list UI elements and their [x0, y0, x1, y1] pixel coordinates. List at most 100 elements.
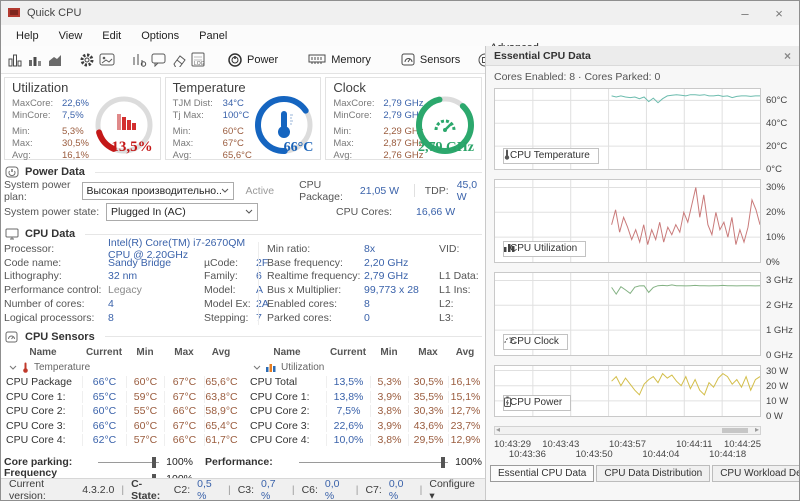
cpu-sensors-section: CPU Sensors Name Current Min Max Avg Tempera… [4, 329, 482, 448]
table-row: CPU Core 2: 60°C 55°C 66°C 58,9°C [6, 405, 238, 418]
image-icon[interactable] [99, 50, 115, 70]
title-bar: Quick CPU – × [1, 1, 799, 25]
cpu-cores-label: CPU Cores: [336, 205, 393, 218]
main-area: LOG Power Memory Sensors Advanced CPU Se… [1, 42, 539, 500]
table-row: CPU Package 66°C 60°C 67°C 65,6°C [6, 376, 238, 389]
table-row: CPU Core 1: 65°C 59°C 67°C 63,8°C [6, 390, 238, 403]
chart-settings-icon[interactable] [131, 50, 147, 70]
utilization-card: Utilization MaxCore: 22,6% MinCore: 7,5% M… [4, 77, 161, 161]
slider-thumb[interactable] [152, 456, 156, 468]
temperature-value: 66°C [283, 140, 314, 155]
c6-value: 0,0 % [324, 477, 340, 501]
core-parking-slider[interactable] [98, 456, 159, 469]
active-label: Active [245, 184, 275, 197]
tab-essential-cpu-data[interactable]: Essential CPU Data [490, 465, 595, 482]
c6-label: C6: [301, 483, 318, 496]
cpu-temperature-badge[interactable]: CPU Temperature [503, 148, 599, 164]
menu-edit[interactable]: Edit [93, 28, 130, 44]
controls-section: Core parking:100% Frequency scaling:100%… [4, 455, 482, 478]
table-row: CPU Core 4: 62°C 57°C 66°C 61,7°C [6, 434, 238, 447]
bar-chart-outline-icon[interactable] [7, 50, 23, 70]
minimize-button[interactable]: – [731, 6, 759, 21]
gear-icon[interactable] [79, 50, 95, 70]
area-chart-icon[interactable] [47, 50, 63, 70]
performance-slider[interactable] [299, 456, 448, 469]
scrollbar-thumb[interactable] [722, 428, 748, 433]
chart-horizontal-scrollbar[interactable]: ◂ ▸ [494, 425, 761, 435]
slider-thumb[interactable] [152, 473, 156, 478]
chevron-down-icon [9, 365, 17, 370]
table-row: CPU Core 2: 7,5% 3,8% 30,3% 12,7% [250, 405, 481, 418]
speedometer-icon [434, 119, 456, 132]
bar-chart-filled-icon[interactable] [27, 50, 43, 70]
cpu-power-chart: CPU Power [494, 365, 761, 417]
eraser-icon[interactable] [171, 50, 187, 70]
temperature-axis-labels: 60°C 40°C 20°C 0°C [761, 88, 797, 175]
menu-help[interactable]: Help [7, 28, 48, 44]
clock-card: Clock MaxCore: 2,79 GHz MinCore: 2,79 GHz … [325, 77, 483, 161]
svg-text:LOG: LOG [194, 61, 205, 67]
scroll-left-icon[interactable]: ◂ [496, 425, 500, 434]
close-window-button[interactable]: × [765, 6, 793, 21]
slider-thumb[interactable] [441, 456, 445, 468]
table-row: CPU Core 3: 66°C 60°C 67°C 65,4°C [6, 419, 238, 432]
menu-panel[interactable]: Panel [190, 28, 236, 44]
frequency-scaling-slider[interactable] [98, 473, 159, 478]
power-state-select[interactable]: Plugged In (AC) [106, 202, 258, 221]
version-value: 4.3.2.0 [82, 483, 115, 496]
time-axis: 10:43:29 10:43:36 10:43:43 10:43:50 10:4… [494, 439, 761, 460]
axis-tick-label: 10 W [766, 395, 789, 407]
window-title: Quick CPU [27, 7, 82, 19]
cpu-clock-badge[interactable]: CPU Clock [503, 334, 568, 350]
axis-tick-label: 0 W [766, 411, 783, 422]
cpu-power-chart-row: CPU Power 30 W 20 W 10 W 0 W [494, 365, 797, 422]
cpu-data-title: CPU Data [25, 228, 76, 240]
frequency-scaling-label: Frequency scaling: [4, 467, 58, 478]
chevron-down-icon: ▾ [429, 489, 435, 501]
memory-toolbar-button[interactable]: Memory [301, 52, 378, 68]
cpu-package-label: CPU Package: [299, 178, 343, 203]
tab-cpu-data-distribution[interactable]: CPU Data Distribution [596, 465, 711, 482]
axis-tick-label: 3 GHz [766, 275, 793, 287]
cores-summary: Cores Enabled: 8 · Cores Parked: 0 [494, 71, 661, 83]
utilization-card-title: Utilization [12, 80, 69, 95]
table-row: CPU Core 1: 13,8% 3,9% 35,5% 15,1% [250, 390, 481, 403]
table-row: CPU Core 4: 10,0% 3,8% 29,5% 12,9% [250, 434, 481, 447]
tab-cpu-workload-delegation[interactable]: CPU Workload Delegation [712, 465, 799, 482]
clock-axis-labels: 3 GHz 2 GHz 1 GHz 0 GHz [761, 272, 797, 361]
table-row: CPU Core 3: 22,6% 3,9% 43,6% 23,7% [250, 419, 481, 432]
chevron-down-icon [221, 188, 228, 193]
comment-icon[interactable] [151, 50, 167, 70]
log-file-icon[interactable]: LOG [191, 50, 205, 70]
cpu-clock-chart: CPU Clock [494, 272, 761, 356]
menu-options[interactable]: Options [132, 28, 188, 44]
cpu-data-right: Min ratio:8xVID:1,216 V Base frequency:2… [258, 242, 485, 325]
temperature-card: Temperature TJM Dist: 34°C Tj Max: 100°C M… [164, 77, 322, 161]
temperature-sensor-table: Name Current Min Max Avg Temperature CPU Pac… [4, 346, 238, 447]
sensors-toolbar-button[interactable]: Sensors [394, 51, 467, 68]
status-bar: Current version: 4.3.2.0 | C-State: C2: 0… [1, 478, 485, 500]
quick-cpu-window: Quick CPU – × Help View Edit Options Pan… [0, 0, 800, 501]
axis-tick-label: 0°C [766, 164, 782, 175]
axis-tick-label: 60°C [766, 95, 788, 107]
cpu-utilization-badge[interactable]: CPU Utilization [503, 241, 587, 257]
thermometer-icon [278, 111, 294, 138]
configure-dropdown[interactable]: Configure ▾ [429, 478, 477, 501]
cpu-sensors-icon [4, 330, 19, 343]
cpu-data-icon [4, 228, 19, 241]
table-row: CPU Total 13,5% 5,3% 30,5% 16,1% [250, 376, 481, 389]
axis-tick-label: 30% [766, 182, 786, 194]
cpu-temperature-chart-row: CPU Temperature 60°C 40°C 20°C 0°C [494, 88, 797, 175]
toolbar: LOG Power Memory Sensors Advanced CPU Se… [1, 42, 539, 78]
power-axis-labels: 30 W 20 W 10 W 0 W [761, 365, 797, 422]
power-toolbar-button[interactable]: Power [221, 51, 285, 69]
axis-tick-label: 0% [766, 257, 780, 268]
panel-close-icon[interactable]: × [784, 49, 791, 63]
axis-tick-label: 0 GHz [766, 350, 793, 361]
utilization-group-row[interactable]: Utilization [248, 360, 482, 375]
menu-view[interactable]: View [50, 28, 92, 44]
scroll-right-icon[interactable]: ▸ [755, 425, 759, 434]
cpu-power-badge[interactable]: CPU Power [503, 395, 572, 411]
power-plan-select[interactable]: Высокая производительно... [81, 181, 234, 200]
temperature-group-row[interactable]: Temperature [4, 360, 238, 375]
